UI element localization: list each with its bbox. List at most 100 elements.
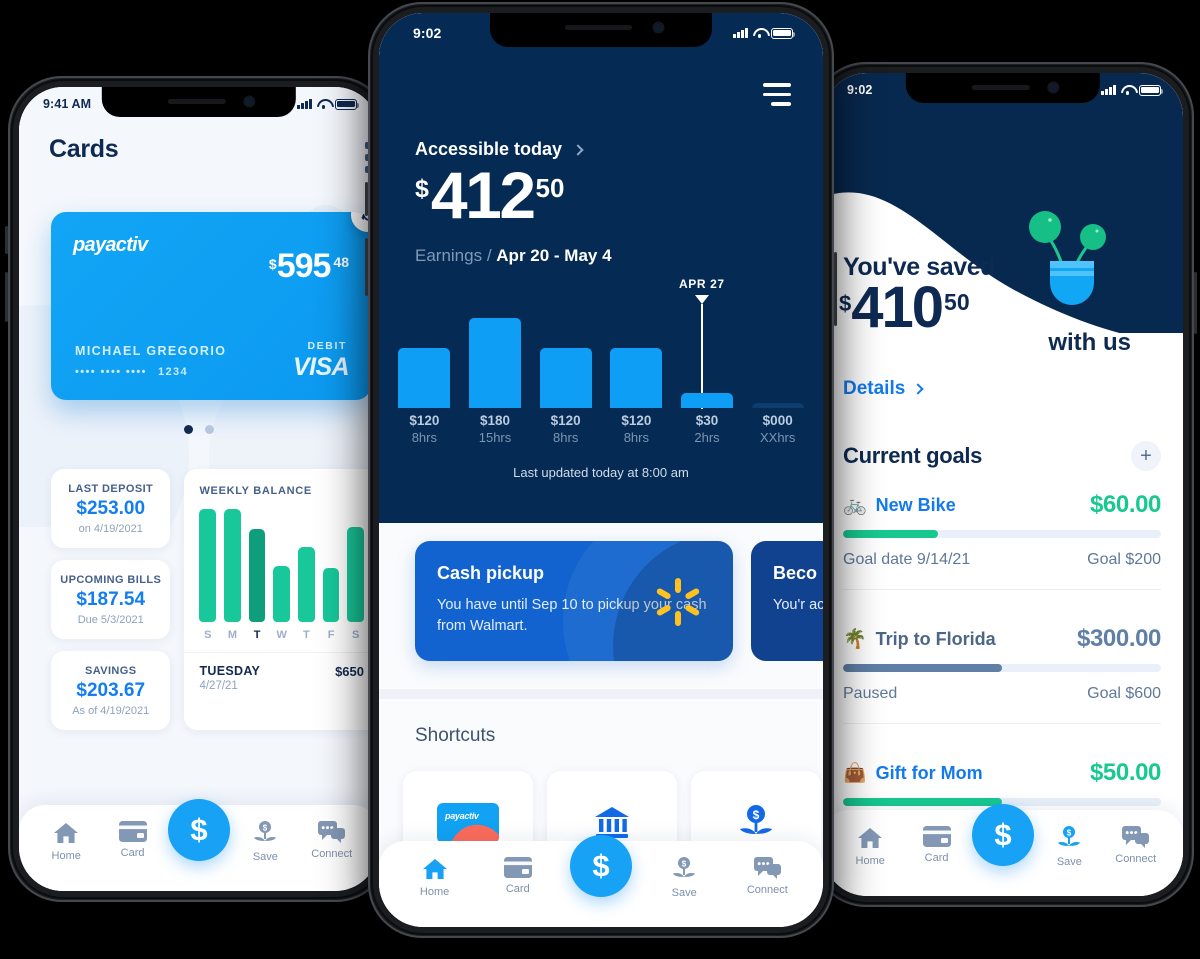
weekly-balance-bar[interactable] [249,529,266,622]
hamburger-menu-icon[interactable] [763,83,791,106]
payactiv-debit-card[interactable]: payactiv $ 595 48 MICHAEL GREGORIO •••• … [51,212,371,400]
earnings-bar-column[interactable] [742,403,813,408]
accessible-today-link[interactable]: Accessible today [415,139,582,160]
payactiv-card-icon: payactiv [437,803,499,843]
weekly-balance-day-label[interactable]: T [249,629,266,641]
bottom-tab-bar[interactable]: HomeCard $$ SaveConnect [823,810,1183,896]
card-balance: $ 595 48 [269,250,349,282]
goal-progress-fill [843,530,938,538]
earnings-bar-chart [379,313,823,408]
tab-save[interactable]: $ Save [1038,826,1100,868]
pagination-dot-active[interactable] [184,425,193,434]
spark-ray [656,587,672,600]
earnings-label-column: $000XXhrs [742,413,813,445]
earnings-hero [379,13,823,523]
bottom-tab-bar[interactable]: Home Card $$Save Connect [379,841,823,927]
weekly-balance-bar[interactable] [199,509,216,622]
weekly-balance-day-label[interactable]: W [273,629,290,641]
selected-day: TUESDAY [199,664,260,678]
dollar-fab-button[interactable]: $ [972,804,1034,866]
earnings-bar-column[interactable] [460,318,531,408]
current-goals-title: Current goals [843,443,982,469]
tab-home[interactable]: Home [404,857,466,898]
front-camera [1048,83,1057,92]
tab-save[interactable]: $Save [653,857,715,899]
cellular-signal-icon [733,28,748,38]
weekly-balance-day-label[interactable]: S [347,629,364,641]
details-link[interactable]: Details [843,378,922,400]
save-plant-icon: $ [672,857,696,882]
power-button[interactable] [1194,272,1197,334]
weekly-balance-day-label[interactable]: S [199,629,216,641]
goal-row[interactable]: 🌴Trip to Florida$300.00PausedGoal $600 [843,625,1161,724]
svg-text:$: $ [1067,828,1072,837]
goal-progress-fill [843,798,1002,806]
weekly-balance-footer: TUESDAY 4/27/21 $650 [184,652,379,706]
weekly-balance-bar[interactable] [298,547,315,622]
volume-up-button[interactable] [5,226,8,254]
tab-save[interactable]: $Save [234,821,296,863]
volume-down-button[interactable] [365,238,368,296]
card-pagination-dots[interactable] [19,425,379,434]
weekly-balance-bar[interactable] [323,568,340,622]
promo-carousel[interactable]: Cash pickup You have until Sep 10 to pic… [379,541,823,661]
goal-divider [843,723,1161,724]
chat-icon [318,821,345,843]
goal-row[interactable]: 🚲New Bike$60.00Goal date 9/14/21Goal $20… [843,491,1161,590]
pagination-dot[interactable] [205,425,214,434]
weekly-balance-day-label[interactable]: M [224,629,241,641]
tab-card[interactable]: Card [487,857,549,895]
visa-logo: VISA [293,353,349,382]
save-plant-icon: $ [1057,826,1081,851]
notch [102,87,296,117]
earnings-hours-label: 15hrs [460,430,531,445]
dollar-fab-button[interactable]: $ [168,799,230,861]
stat-card-savings[interactable]: SAVINGS $203.67 As of 4/19/2021 [51,651,170,730]
stat-sub: As of 4/19/2021 [59,705,162,717]
stat-value: $253.00 [59,498,162,520]
tab-home[interactable]: Home [839,826,901,867]
tab-card[interactable]: Card [102,821,164,859]
promo-card-cash-pickup[interactable]: Cash pickup You have until Sep 10 to pic… [415,541,733,661]
tab-connect[interactable]: Connect [301,821,363,860]
weekly-balance-card[interactable]: WEEKLY BALANCE SMTWTFS TUESDAY 4/27/21 $… [184,469,379,730]
tab-connect[interactable]: Connect [736,857,798,896]
stat-sub: on 4/19/2021 [59,523,162,535]
shortcuts-title: Shortcuts [415,725,495,747]
stat-card-upcoming-bills[interactable]: UPCOMING BILLS $187.54 Due 5/3/2021 [51,560,170,639]
earnings-bar-column[interactable] [672,393,743,408]
volume-up-button[interactable] [365,182,368,216]
goal-amount: $300.00 [1077,625,1161,653]
weekly-balance-day-label[interactable]: T [298,629,315,641]
card-amount: 595 [277,250,331,282]
tab-home[interactable]: Home [35,821,97,862]
bottom-tab-bar[interactable]: HomeCard$$SaveConnect [19,805,379,891]
volume-down-button[interactable] [5,272,8,322]
earnings-bar-column[interactable] [601,348,672,408]
plus-icon[interactable]: + [1131,441,1161,471]
phone-mockup-stage: 9:41 AM Cards payactiv $ 595 48 [0,0,1200,959]
earnings-bar-column[interactable] [389,348,460,408]
weekly-balance-day-label[interactable]: F [323,629,340,641]
stat-card-last-deposit[interactable]: LAST DEPOSIT $253.00 on 4/19/2021 [51,469,170,548]
payactiv-logo: payactiv [73,234,147,257]
weekly-balance-bar[interactable] [224,509,241,622]
saved-currency: $ [839,291,851,317]
savings-plant-icon: $ [738,804,774,842]
tab-label: Save [1057,856,1082,868]
stat-label: LAST DEPOSIT [59,483,162,495]
earnings-bar-column[interactable] [530,348,601,408]
promo-card-become[interactable]: Beco You'r achie [751,541,823,661]
right-phone-screen: 9:02 [823,73,1183,896]
tab-label: Card [121,847,145,859]
weekly-balance-bar[interactable] [347,527,364,622]
dollar-fab-button[interactable]: $ [570,835,632,897]
power-button[interactable] [834,252,837,326]
tab-label: Connect [747,884,788,896]
tab-connect[interactable]: Connect [1105,826,1167,865]
weekly-balance-bar[interactable] [273,566,290,623]
tab-card[interactable]: Card [906,826,968,864]
earnings-dates: Apr 20 - May 4 [496,246,611,265]
weekly-balance-day-labels: SMTWTFS [184,622,379,652]
earnings-amount-label: $120 [530,413,601,428]
